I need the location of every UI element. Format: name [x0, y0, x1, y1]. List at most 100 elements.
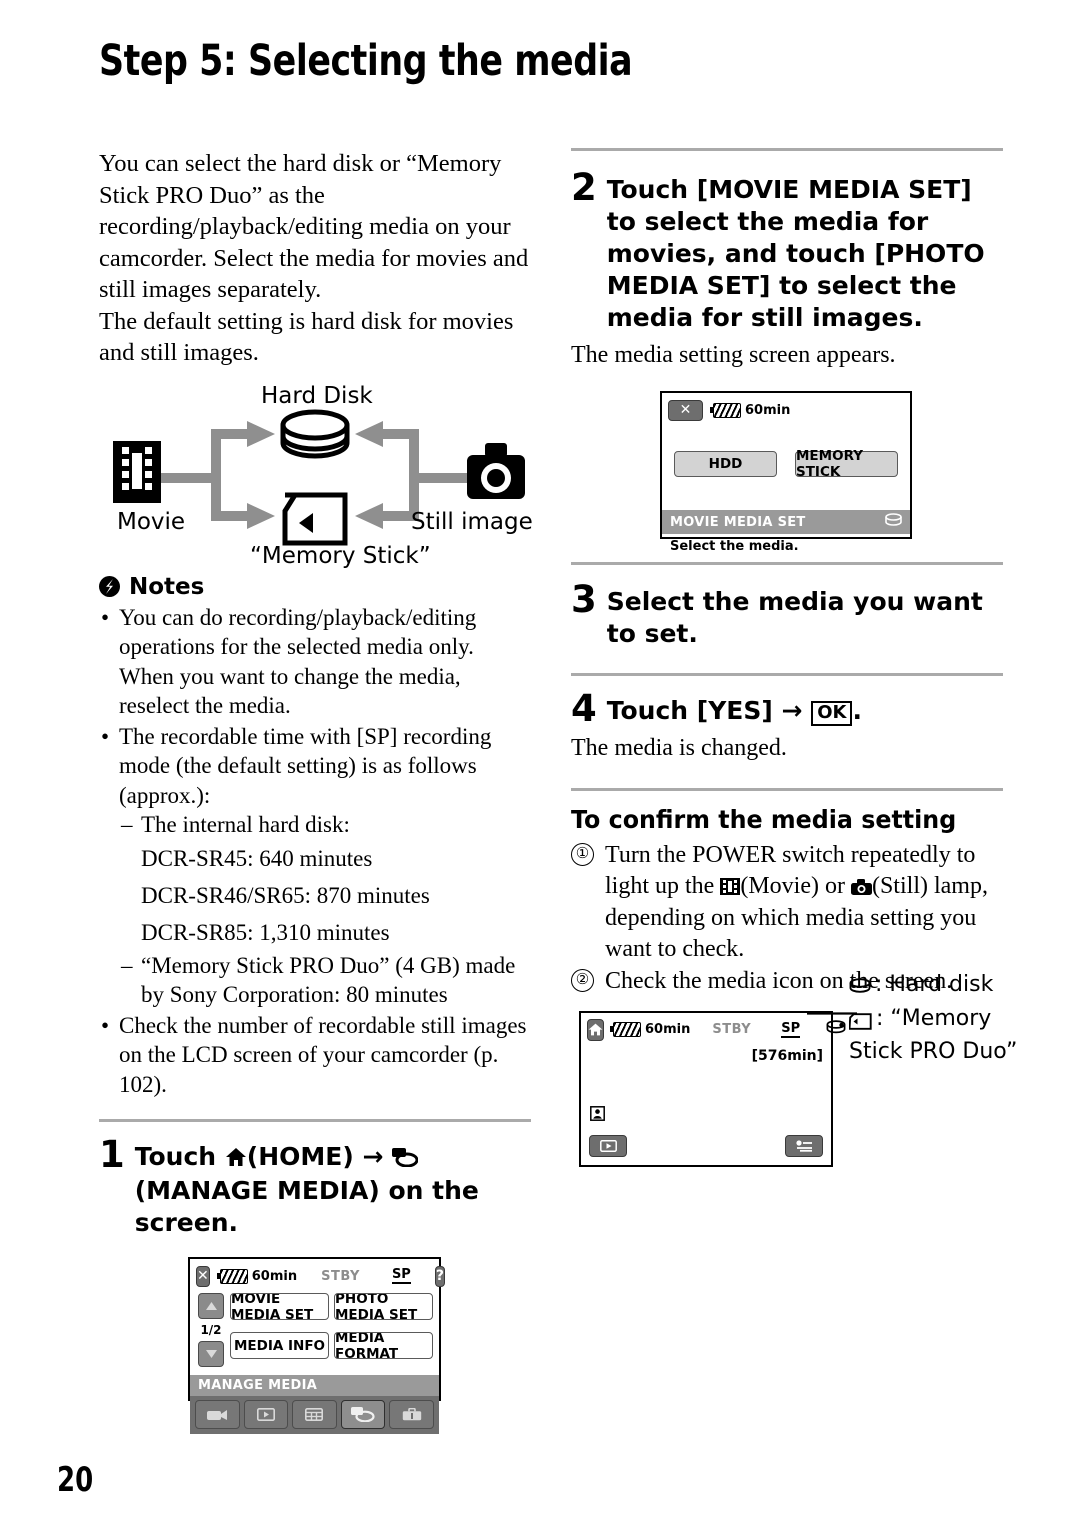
- battery-time: 60min: [645, 1022, 691, 1037]
- step-1-manage-label: (MANAGE MEDIA) on the screen.: [134, 1176, 479, 1237]
- step-1-home-label: (HOME): [246, 1142, 354, 1171]
- camera-icon: [850, 873, 872, 904]
- right-column: 2 Touch [MOVIE MEDIA SET] to select the …: [571, 148, 1017, 1167]
- divider: [571, 788, 1003, 791]
- note-item: Check the number of recordable still ima…: [99, 1011, 531, 1100]
- settings-tab[interactable]: [389, 1400, 434, 1429]
- category-label-bar: MANAGE MEDIA: [190, 1375, 439, 1396]
- step-3-number: 3: [571, 578, 597, 621]
- step-2: 2 Touch [MOVIE MEDIA SET] to select the …: [571, 166, 1003, 334]
- note-item: The recordable time with [SP] recording …: [99, 722, 531, 1010]
- remaining-time: [576min]: [751, 1047, 823, 1064]
- home-icon: [225, 1143, 247, 1175]
- recording-status: STBY: [712, 1022, 752, 1037]
- media-format-button[interactable]: MEDIA FORMAT: [334, 1332, 433, 1359]
- index-tab[interactable]: [292, 1400, 337, 1429]
- memory-stick-icon: [282, 492, 348, 545]
- media-icon-legend: : Hard disk : “Memory Stick PRO Duo”: [848, 971, 1019, 1066]
- photo-media-set-button[interactable]: PHOTO MEDIA SET: [334, 1293, 433, 1320]
- step-2-number: 2: [571, 166, 597, 209]
- manage-media-tab[interactable]: [340, 1400, 386, 1429]
- media-set-title-bar: MOVIE MEDIA SET: [662, 510, 910, 534]
- close-button[interactable]: ✕: [196, 1265, 210, 1287]
- notes-icon: [99, 576, 120, 597]
- lcd-status-bar: ✕ 60min STBY SP ?: [190, 1259, 445, 1291]
- diagram-graphics: [113, 409, 525, 545]
- note-subitem: The internal hard disk:: [119, 810, 531, 840]
- note-item-text: The recordable time with [SP] recording …: [119, 723, 492, 808]
- note-sublist: The internal hard disk:: [119, 810, 531, 840]
- confirm-step-1-part2: (Movie) or: [740, 872, 845, 899]
- category-label: MANAGE MEDIA: [198, 1378, 318, 1393]
- media-flow-diagram: Hard Disk Movie Still image “Memory Stic…: [99, 383, 533, 569]
- step-4-caption: The media is changed.: [571, 735, 787, 761]
- recording-mode: SP: [391, 1267, 411, 1284]
- media-info-button[interactable]: MEDIA INFO: [230, 1332, 329, 1359]
- battery-time: 60min: [251, 1268, 298, 1284]
- step-2-caption: The media setting screen appears.: [571, 342, 896, 368]
- legend-hard-disk: : Hard disk: [849, 971, 1019, 1003]
- face-detection-icon: [590, 1105, 605, 1125]
- camcorder-tab[interactable]: [195, 1400, 240, 1429]
- close-button[interactable]: ✕: [668, 399, 703, 421]
- lcd-pager: 1/2: [196, 1293, 226, 1367]
- film-icon: [113, 440, 161, 503]
- lcd-status-bar: ✕ 60min: [662, 393, 910, 425]
- step-4-period: .: [852, 696, 862, 725]
- home-button[interactable]: [587, 1018, 604, 1041]
- diagram-still-image-label: Still image: [411, 508, 533, 535]
- divider: [571, 562, 1003, 565]
- legend-memory-stick-label-2: Stick PRO Duo”: [849, 1039, 1018, 1064]
- step-4-number: 4: [571, 687, 597, 730]
- film-icon: [720, 873, 741, 904]
- playback-tab[interactable]: [243, 1400, 289, 1429]
- media-options: HDD MEMORY STICK: [662, 425, 910, 480]
- step-1-text: Touch (HOME) → (MANAGE MEDIA) on the scr…: [135, 1138, 531, 1239]
- hard-disk-icon: [280, 409, 350, 458]
- note-subitem: “Memory Stick PRO Duo” (4 GB) made by So…: [119, 951, 531, 1010]
- step-2-text: Touch [MOVIE MEDIA SET] to select the me…: [606, 175, 985, 332]
- notes-list: You can do recording/playback/editing op…: [99, 603, 531, 1100]
- hdd-option-button[interactable]: HDD: [674, 451, 777, 477]
- divider: [571, 148, 1003, 151]
- step-4-arrow: →: [781, 696, 803, 725]
- lcd-status-bar: 60min STBY SP: [581, 1013, 846, 1045]
- step-4-text: Touch [YES] → OK.: [607, 692, 862, 727]
- legend-memory-stick: : “Memory: [848, 1005, 1019, 1038]
- page-indicator: 1/2: [200, 1323, 222, 1337]
- legend-memory-stick-label: : “Memory: [876, 1006, 992, 1031]
- options-button[interactable]: [785, 1134, 823, 1157]
- movie-media-set-button[interactable]: MOVIE MEDIA SET: [230, 1293, 329, 1320]
- lcd-home-menu-screen: ✕ 60min STBY SP ? 1/2 MOVIE MEDIA SET PH…: [188, 1257, 445, 1434]
- confirm-marker-2: ②: [571, 969, 594, 992]
- step-4-prefix: Touch [YES]: [606, 696, 773, 725]
- memory-stick-option-button[interactable]: MEMORY STICK: [795, 448, 898, 480]
- intro-paragraph-1: You can select the hard disk or “Memory …: [99, 150, 529, 303]
- legend-hard-disk-label: : Hard disk: [875, 972, 994, 997]
- page-down-button[interactable]: [198, 1341, 224, 1367]
- hard-disk-icon: [826, 1020, 846, 1039]
- camera-icon: [467, 442, 525, 499]
- step-3-text: Select the media you want to set.: [606, 587, 983, 648]
- step-1: 1 Touch (HOME) → (MANAGE MEDIA) on the s…: [99, 1136, 531, 1239]
- hard-disk-icon: [849, 971, 871, 1003]
- step-1-arrow: →: [362, 1142, 384, 1171]
- step-4: 4 Touch [YES] → OK.: [571, 687, 1003, 730]
- page-up-button[interactable]: [198, 1293, 224, 1319]
- manage-media-icon: [392, 1143, 419, 1175]
- note-model-line: DCR-SR46/SR65: 870 minutes: [141, 882, 430, 908]
- confirm-marker-1: ①: [571, 843, 594, 866]
- manual-page: Step 5: Selecting the media You can sele…: [0, 0, 1080, 1535]
- ok-button-glyph: OK: [811, 701, 853, 726]
- media-set-instruction: Select the media.: [670, 539, 799, 554]
- battery-icon: [610, 1022, 641, 1037]
- help-button[interactable]: ?: [434, 1265, 445, 1287]
- divider: [571, 673, 1003, 676]
- notes-heading-label: Notes: [129, 573, 205, 600]
- battery-time: 60min: [745, 402, 791, 418]
- lcd-recording-screen: 60min STBY SP [576min]: [579, 1010, 846, 1167]
- confirm-section-heading: To confirm the media setting: [571, 805, 957, 834]
- playback-button[interactable]: [589, 1134, 627, 1157]
- page-number: 20: [57, 1460, 94, 1500]
- left-column: You can select the hard disk or “Memory …: [99, 148, 533, 1434]
